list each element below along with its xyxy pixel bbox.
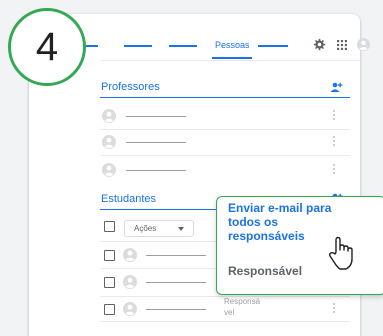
gear-icon[interactable] [313, 38, 326, 51]
account-avatar-icon [102, 163, 116, 177]
account-avatar-icon [102, 109, 116, 123]
name-placeholder [146, 255, 206, 256]
student-checkbox[interactable] [104, 304, 115, 315]
tab-people-indicator [212, 57, 252, 59]
actions-label: Ações [134, 224, 157, 233]
more-vert-icon[interactable] [333, 136, 336, 148]
account-avatar-icon [123, 275, 137, 289]
name-placeholder [126, 170, 186, 171]
row-divider [100, 321, 350, 322]
hand-pointer-icon [328, 236, 353, 270]
add-person-icon[interactable] [330, 82, 343, 93]
step-number: 4 [35, 24, 59, 69]
name-placeholder [146, 282, 206, 283]
more-vert-icon[interactable] [333, 110, 336, 122]
student-checkbox[interactable] [104, 250, 115, 261]
name-placeholder [126, 142, 186, 143]
select-all-checkbox[interactable] [104, 221, 115, 232]
nav-tab-placeholder[interactable] [124, 45, 152, 47]
students-heading: Estudantes [101, 193, 157, 205]
topbar-divider [100, 60, 360, 61]
chevron-down-icon [178, 227, 184, 231]
teacher-row[interactable] [100, 158, 350, 182]
teacher-row[interactable] [100, 130, 350, 154]
apps-grid-icon[interactable] [337, 40, 347, 50]
teacher-row[interactable] [100, 104, 350, 128]
account-avatar-icon [102, 135, 116, 149]
more-vert-icon[interactable] [333, 164, 336, 176]
account-avatar-icon[interactable] [357, 38, 370, 51]
tab-people[interactable]: Pessoas [215, 40, 250, 50]
guardian-label: Responsá vel [224, 297, 261, 317]
step-number-badge: 4 [8, 8, 86, 86]
teachers-divider [100, 97, 350, 98]
row-divider [100, 155, 350, 156]
more-vert-icon[interactable] [333, 303, 336, 315]
account-avatar-icon [123, 248, 137, 262]
name-placeholder [126, 116, 186, 117]
account-avatar-icon [123, 302, 137, 316]
teachers-heading: Professores [101, 81, 160, 93]
nav-tab-placeholder[interactable] [258, 45, 288, 47]
nav-tab-placeholder[interactable] [169, 45, 197, 47]
actions-dropdown[interactable]: Ações [124, 220, 194, 237]
guardian-item[interactable]: Responsável [228, 264, 302, 278]
student-checkbox[interactable] [104, 277, 115, 288]
name-placeholder [146, 309, 206, 310]
